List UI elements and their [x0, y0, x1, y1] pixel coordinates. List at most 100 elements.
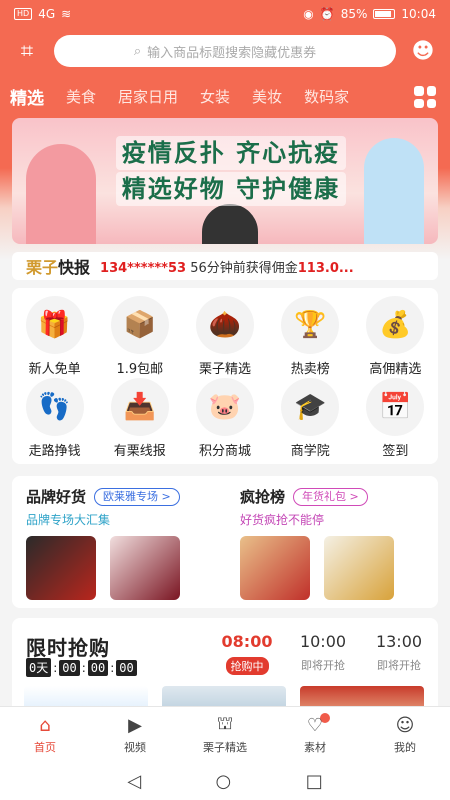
menu-item-label: 热卖榜 — [290, 362, 330, 377]
wifi-icon: ≋ — [61, 7, 72, 21]
news-tag-b: 快报 — [58, 258, 91, 277]
menu-item-label: 高佣精选 — [369, 362, 422, 377]
slot-time: 08:00 — [221, 632, 273, 651]
calendar-check-icon: 📅 — [366, 378, 425, 436]
inbox-icon: 📥 — [110, 378, 169, 436]
podium-icon: 🏆 — [281, 296, 340, 354]
menu-item[interactable]: 👣 走路挣钱 — [12, 378, 97, 460]
news-user: 134******53 — [100, 260, 187, 276]
mascot-icon[interactable]: ☻ — [408, 36, 438, 66]
tabbar-item[interactable]: ⛫ 栗子精选 — [180, 707, 270, 762]
material-icon: ♡ — [306, 714, 324, 736]
promo-banner[interactable]: 疫情反扑 齐心抗疫 精选好物 守护健康 — [12, 118, 438, 244]
banner-line-2: 精选好物 守护健康 — [115, 172, 347, 206]
chestnut-icon: 🌰 — [195, 296, 254, 354]
countdown-hours: 00 — [59, 659, 80, 676]
home-circle-icon[interactable]: ○ — [216, 771, 232, 792]
menu-item-label: 积分商城 — [198, 444, 251, 459]
tab-digital[interactable]: 数码家 — [304, 86, 349, 107]
feature-menu: 🎁 新人免单 📦 1.9包邮 🌰 栗子精选 🏆 热卖榜 💰 高佣精选 👣 走路挣钱 📥 有栗线报 🐷 积分商城… — [12, 288, 438, 464]
hot-title: 疯抢榜 — [240, 488, 286, 506]
slot-time: 13:00 — [375, 632, 423, 651]
menu-item[interactable]: 🎁 新人免单 — [12, 296, 97, 378]
menu-item[interactable]: 💰 高佣精选 — [353, 296, 438, 378]
search-placeholder: 输入商品标题搜索隐藏优惠券 — [147, 45, 317, 61]
tabbar-label: 素材 — [304, 741, 326, 754]
tabbar-label: 我的 — [394, 741, 416, 754]
tabbar-label: 视频 — [124, 741, 146, 754]
flash-slot[interactable]: 10:00 即将开抢 — [294, 632, 352, 675]
countdown-seconds: 00 — [116, 659, 137, 676]
menu-item[interactable]: 🐷 积分商城 — [182, 378, 267, 460]
recent-apps-icon[interactable]: □ — [306, 771, 323, 792]
flash-title: 限时抢购 — [26, 636, 110, 660]
scan-icon[interactable]: ⌗ — [12, 36, 42, 66]
back-icon[interactable]: ◁ — [127, 771, 141, 792]
slot-status: 即将开抢 — [301, 659, 345, 672]
piggy-bank-icon: 🐷 — [195, 378, 254, 436]
slot-status: 即将开抢 — [377, 659, 421, 672]
video-icon: ▶ — [128, 714, 142, 736]
eye-icon: ◉ — [303, 7, 314, 21]
status-bar: HD 4G ≋ ◉ ⏰ 85% 10:04 — [0, 0, 450, 28]
countdown-minutes: 00 — [87, 659, 109, 676]
tabbar-item[interactable]: ♡ 素材 — [270, 707, 360, 762]
network-badge: HD — [14, 8, 33, 20]
product-image-loreal[interactable] — [26, 536, 96, 600]
product-image-lipstick[interactable] — [110, 536, 180, 600]
flash-slot[interactable]: 13:00 即将开抢 — [370, 632, 428, 675]
slot-status: 抢购中 — [225, 657, 269, 675]
tab-women[interactable]: 女装 — [200, 86, 230, 107]
tabbar-item[interactable]: ⌂ 首页 — [0, 707, 90, 762]
bottom-tab-bar: ⌂ 首页 ▶ 视频 ⛫ 栗子精选 ♡ 素材 ☺ 我的 — [0, 706, 450, 762]
menu-item[interactable]: 📥 有栗线报 — [97, 378, 182, 460]
alarm-icon: ⏰ — [319, 7, 335, 21]
money-bag-icon: 💰 — [366, 296, 425, 354]
tabbar-item[interactable]: ☺ 我的 — [360, 707, 450, 762]
home-icon: ⌂ — [39, 714, 51, 736]
product-image-supplement[interactable] — [324, 536, 394, 600]
countdown: 0天 : 00 : 00 : 00 — [26, 658, 137, 677]
hot-pill-button[interactable]: 年货礼包 > — [293, 487, 368, 506]
chestnut-icon: ⛫ — [216, 713, 234, 734]
brand-title: 品牌好货 — [26, 488, 87, 506]
doctor-figure — [26, 144, 96, 244]
product-image-nuts[interactable] — [240, 536, 310, 600]
menu-item-label: 栗子精选 — [198, 362, 251, 377]
menu-item-label: 签到 — [382, 444, 409, 459]
gift-icon: 🎁 — [25, 296, 84, 354]
tab-selected[interactable]: 精选 — [10, 84, 44, 109]
tabbar-label: 首页 — [34, 741, 56, 754]
tab-food[interactable]: 美食 — [66, 86, 96, 107]
news-text: 134******53 56分钟前获得佣金113.0... — [100, 257, 354, 276]
brand-pill-button[interactable]: 欧莱雅专场 > — [94, 487, 180, 506]
news-body: 56分钟前获得佣金 — [190, 260, 298, 276]
menu-item-label: 商学院 — [290, 444, 330, 459]
flash-slot[interactable]: 08:00 抢购中 — [218, 632, 276, 675]
news-tag: 栗子快报 — [26, 254, 90, 278]
hot-subtitle: 好货疯抢不能停 — [240, 513, 325, 527]
news-amount: 113.0... — [297, 260, 354, 276]
clock: 10:04 — [401, 7, 436, 21]
system-nav-bar: ◁ ○ □ — [0, 762, 450, 800]
countdown-days: 0天 — [26, 658, 52, 677]
box-icon: 📦 — [110, 296, 169, 354]
user-icon: ☺ — [395, 714, 415, 736]
menu-item[interactable]: 🎓 商学院 — [268, 378, 353, 460]
menu-item[interactable]: 🌰 栗子精选 — [182, 296, 267, 378]
brand-section: 品牌好货 欧莱雅专场 > 品牌专场大汇集 疯抢榜 年货礼包 > 好货疯抢不能停 — [12, 476, 438, 608]
footprints-icon: 👣 — [25, 378, 84, 436]
menu-item[interactable]: 📅 签到 — [353, 378, 438, 460]
tabbar-item[interactable]: ▶ 视频 — [90, 707, 180, 762]
category-tabs: 精选 美食 居家日用 女装 美妆 数码家 — [0, 78, 450, 114]
news-ticker[interactable]: 栗子快报 134******53 56分钟前获得佣金113.0... — [12, 252, 438, 280]
menu-item[interactable]: 📦 1.9包邮 — [97, 296, 182, 378]
nurse-figure — [364, 138, 424, 244]
search-input[interactable]: ⌕ 输入商品标题搜索隐藏优惠券 — [54, 35, 396, 67]
tab-beauty[interactable]: 美妆 — [252, 86, 282, 107]
tabbar-label: 栗子精选 — [203, 741, 247, 754]
menu-item[interactable]: 🏆 热卖榜 — [268, 296, 353, 378]
category-grid-icon[interactable] — [414, 86, 436, 108]
menu-item-label: 有栗线报 — [113, 444, 166, 459]
tab-home[interactable]: 居家日用 — [118, 86, 178, 107]
